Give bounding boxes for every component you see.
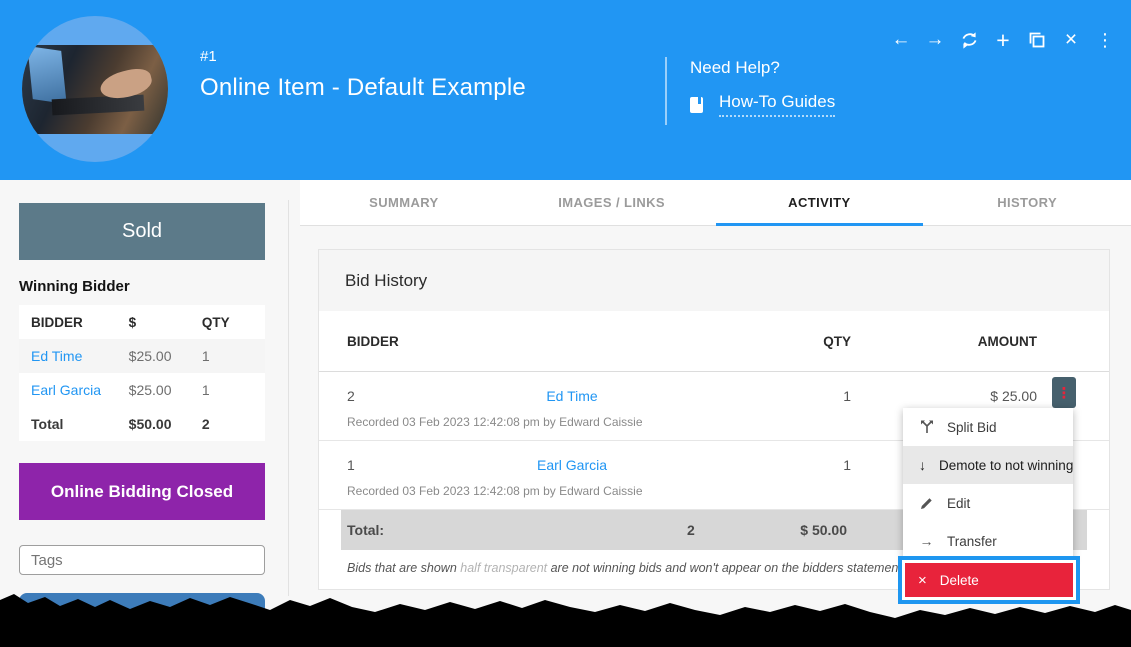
edit-icon bbox=[919, 497, 934, 510]
menu-item-split-bid[interactable]: Split Bid bbox=[903, 408, 1073, 446]
refresh-icon[interactable] bbox=[957, 26, 981, 54]
tab-images-links[interactable]: IMAGES / LINKS bbox=[508, 180, 716, 225]
winning-bidder-table: BIDDER $ QTY Ed Time $25.00 1 Earl Garci… bbox=[19, 305, 265, 441]
window-toolbar: ← → + × ⋮ bbox=[889, 26, 1117, 54]
demote-icon: ↓ bbox=[919, 457, 926, 473]
laptop-photo bbox=[22, 45, 168, 134]
forward-icon[interactable]: → bbox=[923, 26, 947, 54]
back-icon[interactable]: ← bbox=[889, 26, 913, 54]
online-bidding-closed-button[interactable]: Online Bidding Closed bbox=[19, 463, 265, 520]
duplicate-icon[interactable] bbox=[1025, 26, 1049, 54]
how-to-guides-link[interactable]: How-To Guides bbox=[719, 92, 836, 117]
record-bid-sale-button[interactable]: $ Record Bid/Sale bbox=[19, 593, 265, 647]
more-options-icon[interactable]: ⋮ bbox=[1093, 26, 1117, 54]
bidder-link[interactable]: Ed Time bbox=[31, 348, 82, 364]
bidder-number: 2 bbox=[347, 388, 355, 404]
close-icon[interactable]: × bbox=[1059, 26, 1083, 54]
bidder-link[interactable]: Earl Garcia bbox=[537, 457, 607, 473]
table-row: Ed Time $25.00 1 bbox=[19, 339, 265, 373]
bid-amount: $ 25.00 bbox=[990, 388, 1037, 404]
bid-qty: 1 bbox=[843, 388, 851, 404]
tab-activity[interactable]: ACTIVITY bbox=[715, 180, 924, 226]
auction-item-screen: #1 Online Item - Default Example Need He… bbox=[0, 0, 1131, 647]
bidder-link[interactable]: Ed Time bbox=[546, 388, 597, 404]
tags-input[interactable] bbox=[19, 545, 265, 575]
banknote-icon: $ bbox=[65, 612, 84, 628]
bid-qty: 1 bbox=[843, 457, 851, 473]
bid-row-menu-button[interactable]: ⋮ bbox=[1052, 377, 1076, 408]
need-help-heading: Need Help? bbox=[690, 58, 780, 77]
page-title: Online Item - Default Example bbox=[200, 74, 526, 101]
book-icon bbox=[690, 96, 703, 113]
item-photo-avatar[interactable] bbox=[22, 16, 168, 162]
item-number: #1 bbox=[200, 48, 217, 65]
winning-table-header: BIDDER $ QTY bbox=[31, 314, 230, 330]
menu-item-transfer[interactable]: → Transfer bbox=[903, 522, 1073, 560]
delete-x-icon: × bbox=[918, 571, 927, 589]
bid-context-menu: Split Bid ↓ Demote to not winning Edit →… bbox=[903, 408, 1073, 560]
bid-history-header: BIDDER QTY AMOUNT bbox=[319, 311, 1109, 372]
table-total-row: Total $50.00 2 bbox=[31, 416, 210, 432]
bid-history-title: Bid History bbox=[319, 250, 1109, 311]
menu-item-demote[interactable]: ↓ Demote to not winning bbox=[903, 446, 1073, 484]
split-icon bbox=[919, 420, 934, 434]
item-sidebar: Sold Winning Bidder BIDDER $ QTY Ed Time… bbox=[19, 203, 265, 647]
delete-highlight-annotation: × Delete bbox=[898, 556, 1080, 604]
winning-bidder-heading: Winning Bidder bbox=[19, 278, 130, 295]
table-row: Earl Garcia $25.00 1 bbox=[31, 382, 210, 398]
bidder-number: 1 bbox=[347, 457, 355, 473]
sidebar-divider bbox=[288, 200, 289, 596]
item-header: #1 Online Item - Default Example Need He… bbox=[0, 0, 1131, 180]
tab-history[interactable]: HISTORY bbox=[923, 180, 1131, 225]
menu-item-edit[interactable]: Edit bbox=[903, 484, 1073, 522]
help-divider bbox=[665, 57, 667, 125]
transfer-icon: → bbox=[919, 533, 934, 549]
item-tabs: SUMMARY IMAGES / LINKS ACTIVITY HISTORY bbox=[300, 180, 1131, 226]
bidder-link[interactable]: Earl Garcia bbox=[31, 382, 101, 398]
add-icon[interactable]: + bbox=[991, 26, 1015, 54]
menu-item-delete[interactable]: × Delete bbox=[905, 563, 1073, 597]
tab-summary[interactable]: SUMMARY bbox=[300, 180, 508, 225]
status-badge: Sold bbox=[19, 203, 265, 260]
